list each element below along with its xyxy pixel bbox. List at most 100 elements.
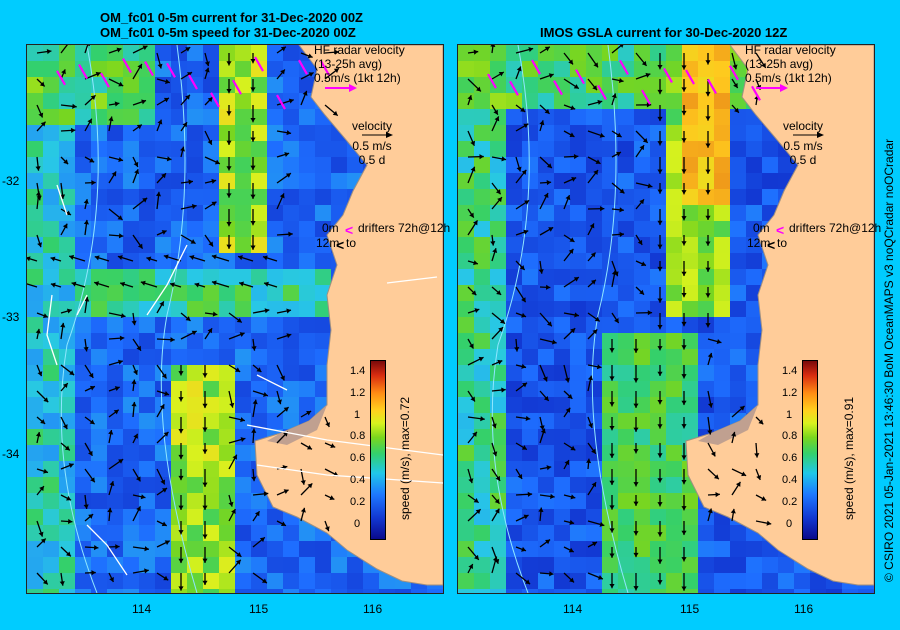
right-speed-cell — [522, 61, 538, 77]
right-speed-cell — [618, 253, 634, 269]
right-speed-cell — [474, 173, 490, 189]
right-speed-cell — [666, 157, 682, 173]
left-speed-cell — [219, 573, 235, 589]
left-speed-cell — [91, 109, 107, 125]
right-speed-cell — [490, 173, 506, 189]
left-speed-cell — [187, 397, 203, 413]
left-speed-cell — [235, 253, 251, 269]
left-speed-cell — [75, 509, 91, 525]
right-speed-cell — [618, 189, 634, 205]
left-speed-cell — [187, 413, 203, 429]
left-speed-cell — [187, 141, 203, 157]
right-speed-cell — [554, 141, 570, 157]
left-speed-cell — [155, 61, 171, 77]
left-speed-cell — [203, 61, 219, 77]
left-speed-cell — [299, 349, 315, 365]
left-speed-cell — [315, 317, 331, 333]
left-speed-cell — [235, 189, 251, 205]
left-speed-cell — [107, 285, 123, 301]
left-speed-cell — [187, 525, 203, 541]
left-speed-cell — [251, 141, 267, 157]
right-speed-cell — [474, 461, 490, 477]
left-speed-cell — [59, 557, 75, 573]
left-speed-cell — [155, 125, 171, 141]
left-speed-cell — [27, 173, 43, 189]
right-speed-cell — [730, 525, 746, 541]
right-speed-cell — [666, 93, 682, 109]
right-speed-cell — [634, 301, 650, 317]
right-speed-cell — [650, 189, 666, 205]
left-colorbar-tick: 0.4 — [350, 474, 366, 486]
right-speed-cell — [778, 589, 794, 593]
right-speed-cell — [554, 557, 570, 573]
left-speed-cell — [267, 141, 283, 157]
left-speed-cell — [59, 285, 75, 301]
right-speed-cell — [474, 413, 490, 429]
left-speed-cell — [283, 237, 299, 253]
right-speed-cell — [634, 269, 650, 285]
left-speed-cell — [27, 493, 43, 509]
left-speed-cell — [107, 525, 123, 541]
right-speed-cell — [602, 461, 618, 477]
left-speed-cell — [123, 173, 139, 189]
left-speed-cell — [283, 333, 299, 349]
right-speed-cell — [474, 285, 490, 301]
left-drifter-0m-label: 0m — [322, 221, 339, 235]
right-speed-cell — [666, 477, 682, 493]
left-speed-cell — [315, 157, 331, 173]
right-speed-cell — [506, 429, 522, 445]
left-speed-cell — [27, 221, 43, 237]
left-speed-cell — [75, 109, 91, 125]
left-speed-cell — [299, 333, 315, 349]
right-speed-cell — [730, 253, 746, 269]
right-speed-cell — [698, 173, 714, 189]
right-speed-cell — [714, 157, 730, 173]
right-speed-cell — [618, 125, 634, 141]
left-speed-cell — [59, 301, 75, 317]
right-speed-cell — [746, 557, 762, 573]
left-speed-cell — [299, 301, 315, 317]
right-speed-cell — [538, 589, 554, 593]
right-speed-cell — [650, 141, 666, 157]
left-speed-cell — [107, 109, 123, 125]
left-speed-cell — [27, 557, 43, 573]
left-speed-cell — [283, 77, 299, 93]
left-speed-cell — [171, 461, 187, 477]
right-speed-cell — [554, 61, 570, 77]
right-speed-cell — [698, 93, 714, 109]
right-speed-cell — [570, 221, 586, 237]
right-speed-cell — [554, 349, 570, 365]
right-speed-cell — [730, 333, 746, 349]
right-speed-cell — [618, 333, 634, 349]
left-speed-cell — [75, 221, 91, 237]
right-speed-cell — [506, 365, 522, 381]
right-speed-cell — [618, 365, 634, 381]
right-speed-cell — [666, 189, 682, 205]
left-speed-cell — [27, 589, 43, 593]
left-speed-cell — [123, 333, 139, 349]
right-speed-cell — [650, 205, 666, 221]
right-speed-cell — [570, 349, 586, 365]
right-speed-cell — [474, 269, 490, 285]
left-speed-cell — [187, 493, 203, 509]
left-speed-cell — [299, 125, 315, 141]
left-speed-cell — [75, 349, 91, 365]
left-speed-cell — [123, 77, 139, 93]
right-speed-cell — [730, 269, 746, 285]
left-hf-legend-line1: HF radar velocity — [314, 43, 405, 57]
left-speed-cell — [43, 173, 59, 189]
right-speed-cell — [650, 317, 666, 333]
right-speed-cell — [714, 589, 730, 593]
left-speed-cell — [219, 205, 235, 221]
left-speed-cell — [123, 221, 139, 237]
right-speed-cell — [586, 493, 602, 509]
left-speed-cell — [139, 141, 155, 157]
right-speed-cell — [650, 557, 666, 573]
right-speed-cell — [618, 317, 634, 333]
left-speed-cell — [315, 541, 331, 557]
right-speed-cell — [570, 381, 586, 397]
right-speed-cell — [602, 349, 618, 365]
left-speed-cell — [107, 317, 123, 333]
right-colorbar-label: speed (m/s), max=0.91 — [842, 396, 856, 520]
left-speed-cell — [251, 525, 267, 541]
